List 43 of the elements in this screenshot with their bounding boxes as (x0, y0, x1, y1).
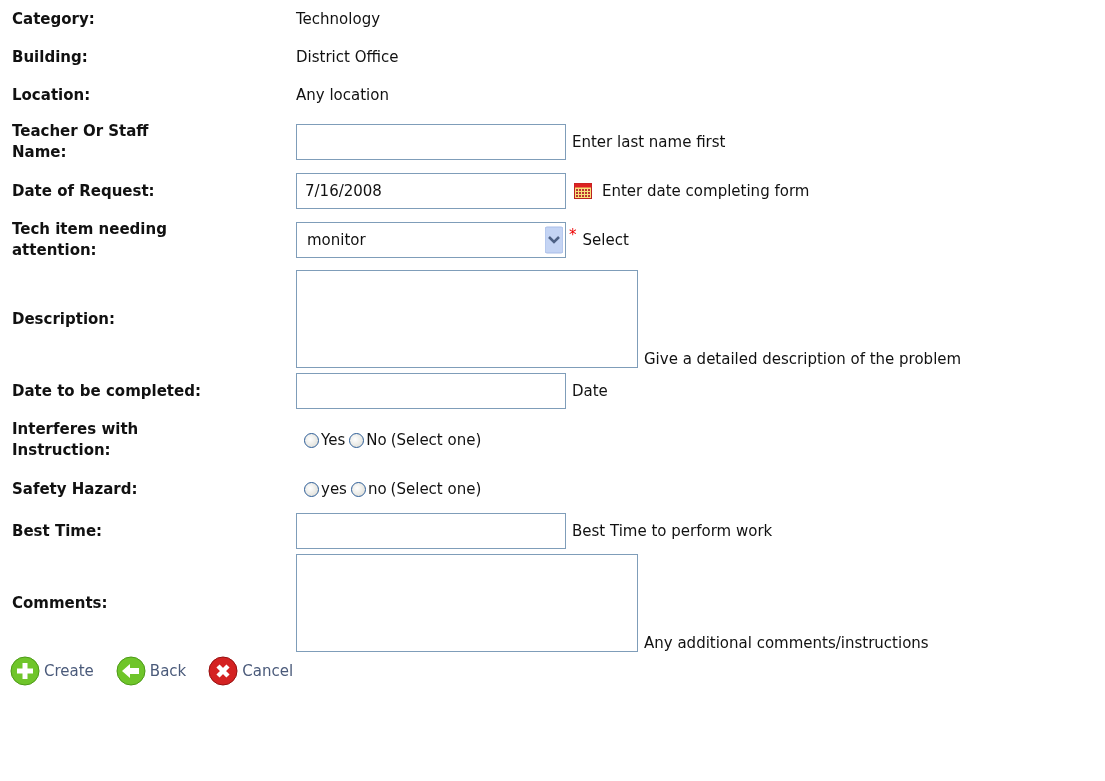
field-value: Any location (296, 86, 389, 104)
dropdown[interactable]: monitor (296, 222, 566, 258)
field-label: Tech item needing attention: (12, 219, 168, 261)
calendar-icon[interactable] (574, 183, 592, 199)
date-field[interactable]: 7/16/2008 (296, 173, 566, 209)
text-area[interactable] (296, 270, 638, 368)
field-label: Date to be completed: (12, 380, 201, 402)
field-hint: (Select one) (390, 431, 482, 449)
radio-option[interactable]: Yes (304, 431, 346, 449)
field-label: Location: (12, 84, 91, 106)
plus-icon (10, 656, 40, 686)
text-field[interactable] (296, 373, 566, 409)
create-button[interactable]: Create (10, 656, 94, 686)
field-hint: Date (572, 382, 608, 400)
text-field[interactable] (296, 513, 566, 549)
field-label: Description: (12, 308, 115, 330)
field-hint: (Select one) (390, 480, 482, 498)
field-hint: Best Time to perform work (572, 522, 773, 540)
field-hint: Any additional comments/instructions (644, 634, 929, 652)
field-label: Building: (12, 46, 88, 68)
text-area[interactable] (296, 554, 638, 652)
field-hint: Select (582, 231, 629, 249)
required-marker: * (569, 226, 577, 244)
radio-option[interactable]: yes (304, 480, 347, 498)
field-value: Technology (296, 10, 381, 28)
close-icon (208, 656, 239, 686)
field-hint: Give a detailed description of the problem (644, 350, 962, 368)
field-hint: Enter date completing form (602, 182, 810, 200)
field-hint: Enter last name first (572, 133, 726, 151)
field-label: Safety Hazard: (12, 478, 138, 500)
field-label: Interferes with Instruction: (12, 419, 140, 461)
field-label: Comments: (12, 592, 108, 614)
field-label: Category: (12, 8, 95, 30)
field-label: Teacher Or Staff Name: (12, 121, 150, 163)
field-value: District Office (296, 48, 399, 66)
field-label: Date of Request: (12, 180, 155, 202)
caret-icon (545, 226, 563, 254)
text-field[interactable] (296, 124, 566, 160)
radio-option[interactable]: No (349, 431, 387, 449)
back-button[interactable]: Back (115, 656, 187, 686)
field-label: Best Time: (12, 520, 103, 542)
radio-option[interactable]: no (350, 480, 387, 498)
cancel-button[interactable]: Cancel (208, 656, 294, 686)
